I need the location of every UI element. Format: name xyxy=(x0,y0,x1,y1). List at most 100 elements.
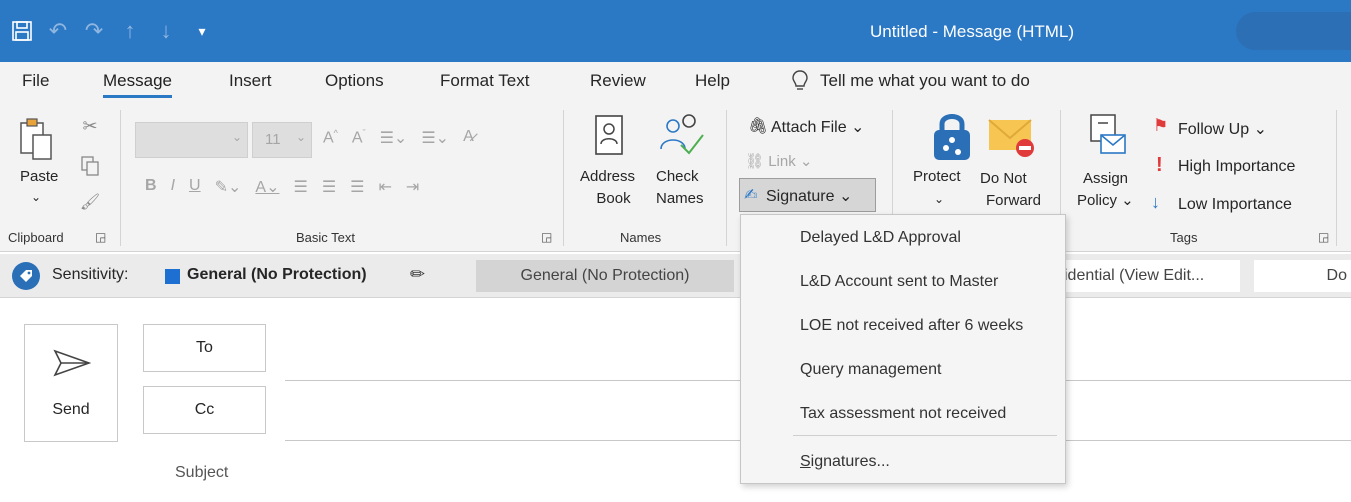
tab-insert[interactable]: Insert xyxy=(229,71,272,91)
tab-help[interactable]: Help xyxy=(695,71,730,91)
sensitivity-value: General (No Protection) xyxy=(187,266,367,283)
decrease-indent-icon[interactable]: ⇤ xyxy=(372,177,399,197)
font-color-icon[interactable]: A⌄ xyxy=(248,177,286,197)
clear-formatting-icon[interactable]: A̷ xyxy=(456,128,481,148)
signature-item[interactable]: LOE not received after 6 weeks xyxy=(800,317,1023,335)
numbering-icon[interactable]: ☰⌄ xyxy=(414,128,456,148)
signature-item[interactable]: Query management xyxy=(800,361,941,379)
signature-label: Signature ⌄ xyxy=(766,188,853,205)
signature-dropdown-menu: Delayed L&D Approval L&D Account sent to… xyxy=(740,214,1066,484)
tab-options[interactable]: Options xyxy=(325,71,384,91)
high-importance-button[interactable]: High Importance xyxy=(1178,158,1295,176)
font-tools-row: A^ Aˇ ☰⌄ ☰⌄ A̷ xyxy=(316,128,481,148)
follow-up-label: Follow Up xyxy=(1178,121,1250,138)
link-button[interactable]: ⛓ Link ⌄ xyxy=(745,152,813,170)
protect-label[interactable]: Protect xyxy=(913,168,961,185)
basic-text-launcher-icon[interactable]: ◲ xyxy=(541,230,552,244)
sensitivity-bar: Sensitivity: General (No Protection) ✏ G… xyxy=(0,254,1351,298)
check-names-label-line2: Names xyxy=(656,190,704,207)
protect-lock-icon[interactable] xyxy=(930,108,974,164)
send-button[interactable]: Send xyxy=(24,324,118,442)
shrink-font-icon[interactable]: Aˇ xyxy=(345,128,373,148)
account-area[interactable] xyxy=(1236,12,1351,50)
sensitivity-color-square xyxy=(165,269,180,284)
sensitivity-option-confidential[interactable]: idential (View Edit... xyxy=(1060,260,1240,292)
low-importance-button[interactable]: Low Importance xyxy=(1178,196,1292,214)
copy-icon[interactable] xyxy=(78,154,102,178)
follow-up-button[interactable]: Follow Up ⌄ xyxy=(1178,119,1267,139)
assign-policy-label[interactable]: Assign Policy ⌄ xyxy=(1077,168,1134,212)
paste-dropdown-icon[interactable]: ⌄ xyxy=(31,190,41,204)
protect-dropdown-icon[interactable]: ⌄ xyxy=(934,192,944,206)
tell-me-search[interactable]: Tell me what you want to do xyxy=(820,71,1030,91)
tab-message[interactable]: Message xyxy=(103,71,172,98)
save-icon[interactable] xyxy=(4,0,40,62)
italic-icon[interactable]: I xyxy=(164,177,182,197)
signature-item[interactable]: L&D Account sent to Master xyxy=(800,273,998,291)
down-arrow-icon[interactable]: ↓ xyxy=(148,0,184,62)
separator xyxy=(1336,110,1337,246)
do-not-forward-label[interactable]: Do Not Forward xyxy=(980,168,1041,212)
quick-access-toolbar: ↶ ↷ ↑ ↓ ▾ xyxy=(0,0,220,62)
font-size-value: 11 xyxy=(265,131,281,148)
underline-icon[interactable]: U xyxy=(182,177,208,197)
manage-signatures-item[interactable]: Signatures... xyxy=(800,453,890,471)
window-title: Untitled - Message (HTML) xyxy=(870,22,1075,41)
tags-launcher-icon[interactable]: ◲ xyxy=(1318,230,1329,244)
bullets-icon[interactable]: ☰⌄ xyxy=(373,128,415,148)
check-names-label[interactable]: Check Names xyxy=(656,166,704,210)
assign-policy-label-line2: Policy xyxy=(1077,192,1118,209)
format-painter-icon[interactable]: 🖌 xyxy=(78,190,102,214)
signature-item[interactable]: Delayed L&D Approval xyxy=(800,229,961,247)
basic-text-group-label: Basic Text xyxy=(296,230,356,245)
bold-icon[interactable]: B xyxy=(138,177,164,197)
redo-icon[interactable]: ↷ xyxy=(76,0,112,62)
paste-label[interactable]: Paste xyxy=(20,168,58,185)
separator xyxy=(563,110,564,246)
font-size-dropdown-icon[interactable]: ⌄ xyxy=(296,130,306,144)
tab-format-text[interactable]: Format Text xyxy=(440,71,529,91)
highlight-icon[interactable]: ✎⌄ xyxy=(208,177,249,197)
send-arrow-icon xyxy=(53,349,92,382)
menu-separator xyxy=(793,435,1057,436)
sensitivity-option-general[interactable]: General (No Protection) xyxy=(476,260,734,292)
sensitivity-option-more[interactable]: Do xyxy=(1254,260,1351,292)
up-arrow-icon[interactable]: ↑ xyxy=(112,0,148,62)
align-center-icon[interactable]: ☰ xyxy=(315,177,343,197)
separator xyxy=(726,110,727,246)
cut-icon[interactable]: ✂ xyxy=(78,114,102,138)
attach-file-button[interactable]: Attach File ⌄ xyxy=(771,117,864,137)
tab-file[interactable]: File xyxy=(22,71,49,91)
separator xyxy=(120,110,121,246)
check-names-label-line1: Check xyxy=(656,168,699,185)
to-button[interactable]: To xyxy=(143,324,266,372)
subject-label: Subject xyxy=(175,464,229,481)
align-right-icon[interactable]: ☰ xyxy=(343,177,371,197)
align-left-icon[interactable]: ☰ xyxy=(286,177,314,197)
font-name-dropdown-icon[interactable]: ⌄ xyxy=(232,130,242,144)
paste-icon[interactable] xyxy=(16,116,56,166)
clipboard-launcher-icon[interactable]: ◲ xyxy=(95,230,106,244)
do-not-forward-label-line2: Forward xyxy=(986,192,1042,209)
assign-policy-icon[interactable] xyxy=(1088,112,1130,162)
address-book-label-line2: Book xyxy=(596,190,631,207)
address-book-label[interactable]: Address Book xyxy=(580,166,635,210)
follow-up-flag-icon: ⚑ xyxy=(1153,116,1169,135)
check-names-icon[interactable] xyxy=(656,110,706,160)
cc-button[interactable]: Cc xyxy=(143,386,266,434)
do-not-forward-icon[interactable] xyxy=(986,112,1038,162)
edit-pencil-icon[interactable]: ✏ xyxy=(410,264,425,285)
address-book-label-line1: Address xyxy=(580,168,636,185)
undo-icon[interactable]: ↶ xyxy=(40,0,76,62)
customize-qat-icon[interactable]: ▾ xyxy=(184,0,220,62)
address-book-icon[interactable] xyxy=(592,112,626,158)
paperclip-icon[interactable]: 🖇 xyxy=(748,116,768,136)
sensitivity-tag-icon xyxy=(12,262,40,290)
ribbon: Paste ⌄ ✂ 🖌 Clipboard ◲ ⌄ 11 ⌄ A^ Aˇ ☰⌄ … xyxy=(0,102,1351,252)
signature-item[interactable]: Tax assessment not received xyxy=(800,405,1006,423)
tab-review[interactable]: Review xyxy=(590,71,646,91)
increase-indent-icon[interactable]: ⇥ xyxy=(399,177,426,197)
tags-group-label: Tags xyxy=(1170,230,1198,245)
do-not-forward-label-line1: Do Not xyxy=(980,170,1027,187)
grow-font-icon[interactable]: A^ xyxy=(316,128,345,148)
